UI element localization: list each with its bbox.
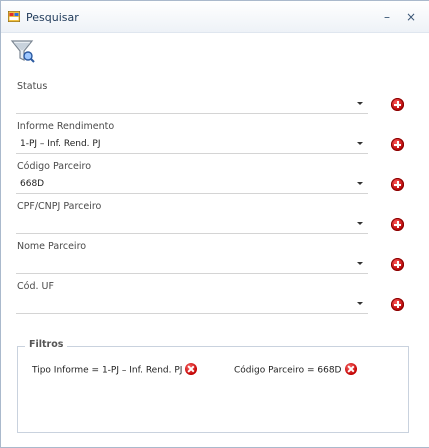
app-window-icon <box>8 11 20 22</box>
filters-group <box>17 346 409 433</box>
nome-parceiro-label: Nome Parceiro <box>17 241 87 252</box>
codigo-parceiro-value: 668D <box>20 179 45 189</box>
filter-chip-tipo-informe: Tipo Informe = 1-PJ – Inf. Rend. PJ <box>32 363 198 378</box>
cod-uf-combo[interactable] <box>16 296 368 314</box>
title-bar: Pesquisar – × <box>1 1 429 33</box>
filters-title: Filtros <box>25 339 68 350</box>
filter-chip-codigo-parceiro: Código Parceiro = 668D <box>234 363 357 378</box>
remove-filter-icon[interactable] <box>344 363 357 375</box>
chevron-down-icon[interactable] <box>357 182 363 185</box>
status-clear-icon[interactable] <box>391 98 404 111</box>
status-combo[interactable] <box>16 96 368 114</box>
informe-rendimento-value: 1-PJ – Inf. Rend. PJ <box>20 139 101 149</box>
chevron-down-icon[interactable] <box>357 302 363 305</box>
window-title: Pesquisar <box>26 11 79 24</box>
funnel-search-icon[interactable] <box>10 38 36 64</box>
informe-rendimento-combo[interactable]: 1-PJ – Inf. Rend. PJ <box>16 136 368 154</box>
cod-uf-label: Cód. UF <box>17 281 54 292</box>
informe-rendimento-clear-icon[interactable] <box>391 138 404 151</box>
close-button[interactable]: × <box>402 8 420 26</box>
codigo-parceiro-label: Código Parceiro <box>17 161 92 172</box>
nome-parceiro-combo[interactable] <box>16 256 368 274</box>
chevron-down-icon[interactable] <box>357 262 363 265</box>
cod-uf-clear-icon[interactable] <box>391 298 404 311</box>
codigo-parceiro-clear-icon[interactable] <box>391 178 404 191</box>
status-label: Status <box>17 81 48 92</box>
filter-chip-label: Tipo Informe = 1-PJ – Inf. Rend. PJ <box>32 365 183 376</box>
informe-rendimento-label: Informe Rendimento <box>17 121 115 132</box>
nome-parceiro-clear-icon[interactable] <box>391 258 404 271</box>
chevron-down-icon[interactable] <box>357 142 363 145</box>
filter-chip-label: Código Parceiro = 668D <box>234 365 342 376</box>
remove-filter-icon[interactable] <box>185 363 198 375</box>
search-dialog: Pesquisar – × Status Informe Rendimento … <box>0 0 429 448</box>
cpf-cnpj-parceiro-label: CPF/CNPJ Parceiro <box>17 201 102 212</box>
chevron-down-icon[interactable] <box>357 222 363 225</box>
codigo-parceiro-combo[interactable]: 668D <box>16 176 368 194</box>
chevron-down-icon[interactable] <box>357 102 363 105</box>
minimize-button[interactable]: – <box>378 8 396 26</box>
cpf-cnpj-parceiro-combo[interactable] <box>16 216 368 234</box>
cpf-cnpj-parceiro-clear-icon[interactable] <box>391 218 404 231</box>
